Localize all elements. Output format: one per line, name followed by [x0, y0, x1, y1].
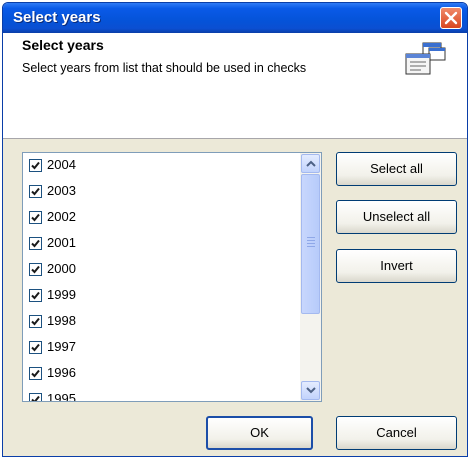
checkmark-icon [31, 369, 40, 378]
year-label: 1999 [47, 287, 76, 302]
year-checkbox[interactable] [29, 341, 42, 354]
year-checkbox[interactable] [29, 159, 42, 172]
close-button[interactable] [440, 7, 462, 29]
scroll-thumb[interactable] [301, 174, 320, 314]
title-bar[interactable]: Select years [3, 3, 467, 33]
year-list-item[interactable]: 1999 [23, 283, 299, 309]
scroll-down-button[interactable] [301, 381, 320, 400]
checkmark-icon [31, 395, 40, 401]
year-checkbox[interactable] [29, 211, 42, 224]
invert-button[interactable]: Invert [336, 249, 457, 283]
select-all-button[interactable]: Select all [336, 152, 457, 186]
header-description: Select years from list that should be us… [22, 61, 307, 75]
checkmark-icon [31, 187, 40, 196]
year-label: 1996 [47, 365, 76, 380]
year-list-item[interactable]: 2000 [23, 257, 299, 283]
year-label: 2000 [47, 261, 76, 276]
year-checkbox[interactable] [29, 289, 42, 302]
years-list-items: 2004 2003 2002 2001 2000 1999 1998 1997 1996 1995 [23, 153, 299, 402]
year-label: 2003 [47, 183, 76, 198]
year-checkbox[interactable] [29, 263, 42, 276]
checkmark-icon [31, 343, 40, 352]
year-label: 2002 [47, 209, 76, 224]
year-list-item[interactable]: 1998 [23, 309, 299, 335]
vertical-scrollbar[interactable] [300, 153, 321, 401]
year-list-item[interactable]: 1996 [23, 361, 299, 387]
year-list-item[interactable]: 1997 [23, 335, 299, 361]
year-list-item[interactable]: 1995 [23, 387, 299, 402]
chevron-down-icon [306, 387, 316, 394]
year-list-item[interactable]: 2004 [23, 153, 299, 179]
year-label: 2004 [47, 157, 76, 172]
thumb-grip [307, 243, 315, 244]
checkmark-icon [31, 161, 40, 170]
year-label: 1997 [47, 339, 76, 354]
header-title: Select years [22, 37, 104, 53]
year-list-item[interactable]: 2003 [23, 179, 299, 205]
checkmark-icon [31, 291, 40, 300]
window-title: Select years [13, 9, 101, 26]
year-label: 1998 [47, 313, 76, 328]
thumb-grip [307, 240, 315, 241]
year-checkbox[interactable] [29, 237, 42, 250]
year-label: 2001 [47, 235, 76, 250]
close-icon [444, 11, 458, 25]
checkmark-icon [31, 213, 40, 222]
year-list-item[interactable]: 2001 [23, 231, 299, 257]
year-checkbox[interactable] [29, 367, 42, 380]
cancel-button[interactable]: Cancel [336, 416, 457, 450]
year-checkbox[interactable] [29, 185, 42, 198]
year-label: 1995 [47, 391, 76, 402]
years-list[interactable]: 2004 2003 2002 2001 2000 1999 1998 1997 1996 1995 [22, 152, 322, 402]
thumb-grip [307, 237, 315, 238]
unselect-all-button[interactable]: Unselect all [336, 200, 457, 234]
checkmark-icon [31, 265, 40, 274]
thumb-grip [307, 246, 315, 247]
chevron-up-icon [306, 160, 316, 167]
checkmark-icon [31, 239, 40, 248]
scroll-up-button[interactable] [301, 154, 320, 173]
select-years-icon [405, 42, 446, 75]
year-list-item[interactable]: 2002 [23, 205, 299, 231]
ok-button[interactable]: OK [206, 416, 313, 450]
year-checkbox[interactable] [29, 315, 42, 328]
checkmark-icon [31, 317, 40, 326]
year-checkbox[interactable] [29, 393, 42, 401]
